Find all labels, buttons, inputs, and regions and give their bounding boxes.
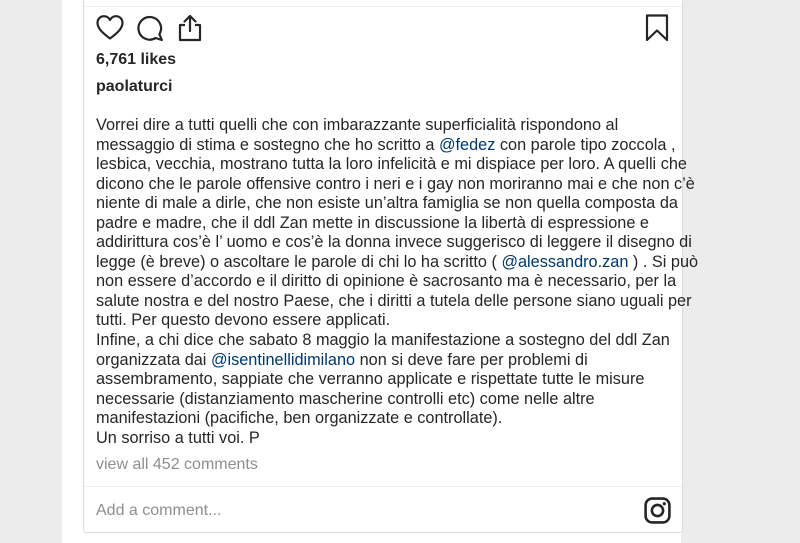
caption-text: Infine, a chi dice che sabato 8 maggio l… [96, 331, 670, 350]
caption-line: niente di male a dirle, che non esiste u… [96, 194, 678, 214]
add-comment-input[interactable] [96, 500, 626, 522]
caption-line: Infine, a chi dice che sabato 8 maggio l… [96, 331, 670, 351]
caption-line: legge (è breve) o ascoltare le parole di… [96, 252, 698, 273]
caption-text: Un sorriso a tutti voi. P [96, 428, 260, 447]
page-background [0, 0, 62, 543]
caption-text: niente di male a dirle, che non esiste u… [96, 194, 678, 213]
caption-line: salute nostra e del nostro Paese, che i … [96, 292, 692, 312]
caption-line: necessarie (distanziamento mascherine co… [96, 390, 668, 410]
caption-text: assembramento, sappiate che verranno app… [96, 370, 645, 389]
mention-link[interactable]: @alessandro.zan [501, 253, 628, 271]
bookmark-icon[interactable] [644, 14, 670, 42]
caption-text: padre e madre, che il ddl Zan mette in d… [96, 213, 649, 232]
mention-link[interactable]: @fedez [439, 136, 495, 154]
caption-line: organizzata dai @isentinellidimilano non… [96, 351, 668, 371]
caption-text: necessarie (distanziamento mascherine co… [96, 389, 595, 408]
likes-count[interactable]: 6,761 likes [96, 51, 176, 69]
view-all-comments-link[interactable]: view all 452 comments [96, 456, 258, 474]
mention-link[interactable]: @isentinellidimilano [211, 351, 355, 369]
divider [84, 6, 682, 7]
post-caption: Vorrei dire a tutti quelli che con imbar… [96, 116, 698, 449]
caption-text: salute nostra e del nostro Paese, che i … [96, 291, 692, 310]
caption-text: organizzata dai [96, 350, 211, 369]
caption-text: Vorrei dire a tutti quelli che con imbar… [96, 116, 619, 134]
comment-divider [84, 486, 682, 487]
caption-line: lesbica, vecchia, mostrano tutta la loro… [96, 155, 687, 175]
instagram-icon[interactable] [644, 497, 671, 529]
share-icon[interactable] [176, 14, 204, 42]
caption-line: Vorrei dire a tutti quelli che con imbar… [96, 116, 668, 136]
caption-line: tutti. Per questo devono essere applicat… [96, 311, 668, 331]
caption-text: non essere d’accordo e il diritto di opi… [96, 272, 677, 291]
caption-line: non essere d’accordo e il diritto di opi… [96, 272, 676, 292]
caption-text: messaggio di stima e sostegno che ho scr… [96, 135, 439, 154]
caption-line: messaggio di stima e sostegno che ho scr… [96, 135, 675, 156]
post-card: 6,761 likes paolaturci Vorrei dire a tut… [62, 0, 698, 543]
comment-icon[interactable] [136, 14, 164, 42]
heart-icon[interactable] [96, 14, 124, 42]
caption-text: manifestazioni (pacifiche, ben organizza… [96, 409, 503, 428]
caption-line: manifestazioni (pacifiche, ben organizza… [96, 409, 668, 429]
caption-line: Un sorriso a tutti voi. P [96, 429, 668, 449]
caption-line: dicono che le parole offensive contro i … [96, 175, 695, 195]
post-username[interactable]: paolaturci [96, 78, 172, 96]
caption-text: legge (è breve) o ascoltare le parole di… [96, 252, 502, 271]
caption-line: assembramento, sappiate che verranno app… [96, 370, 668, 390]
caption-text: tutti. Per questo devono essere applicat… [96, 311, 391, 330]
post-panel: 6,761 likes paolaturci Vorrei dire a tut… [83, 0, 698, 533]
caption-text: non si deve fare per problemi di [355, 350, 588, 369]
caption-line: padre e madre, che il ddl Zan mette in d… [96, 214, 668, 234]
caption-line: addirittura cos’è l’ uomo e cos’è la don… [96, 233, 692, 253]
caption-text: lesbica, vecchia, mostrano tutta la loro… [96, 155, 687, 174]
caption-text: addirittura cos’è l’ uomo e cos’è la don… [96, 233, 692, 252]
caption-text: con parole tipo zoccola , [495, 135, 676, 154]
action-bar [96, 14, 670, 46]
caption-text: dicono che le parole offensive contro i … [96, 174, 695, 193]
caption-text: ) . Si può [628, 252, 699, 271]
